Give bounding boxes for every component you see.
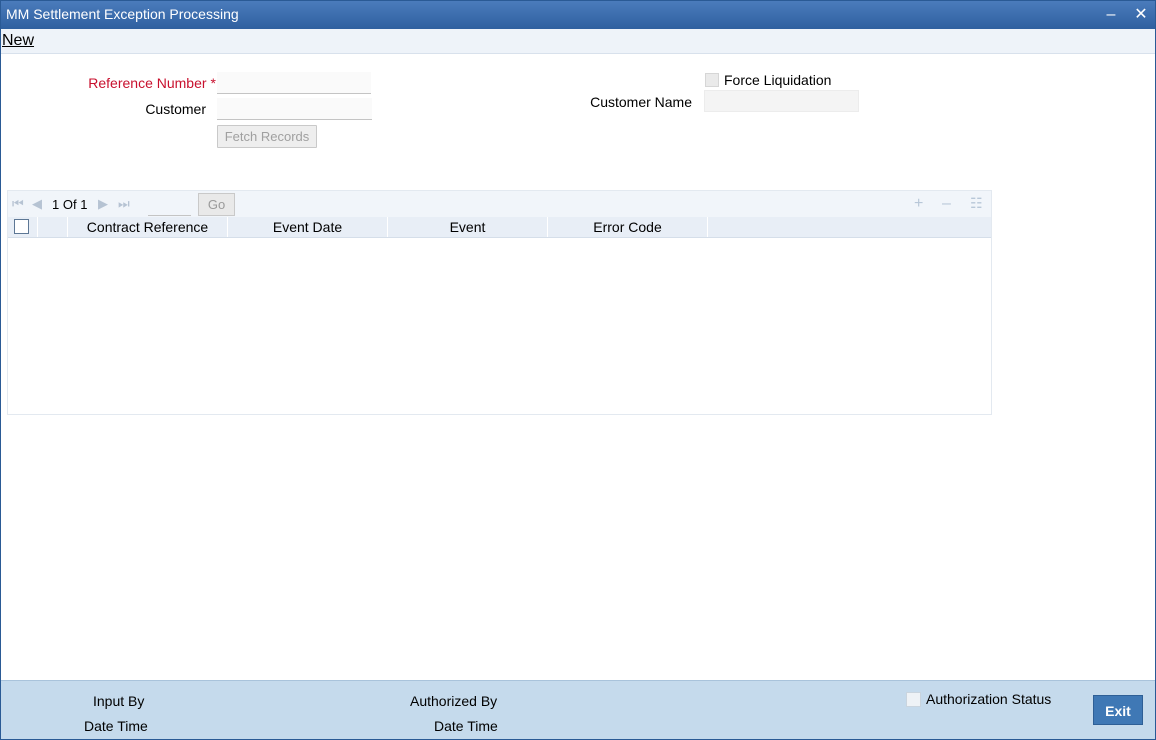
authorization-status-checkbox <box>906 692 921 707</box>
last-page-icon[interactable]: ⏭ <box>118 196 130 212</box>
minimize-icon[interactable]: – <box>1100 1 1122 29</box>
next-page-icon[interactable]: ▶ <box>98 196 108 212</box>
fetch-records-button[interactable]: Fetch Records <box>217 125 317 148</box>
customer-name-field <box>704 90 859 112</box>
grid-header: Contract Reference Event Date Event Erro… <box>8 217 991 238</box>
reference-number-label-text: Reference Number <box>88 75 207 91</box>
required-marker: * <box>210 75 216 91</box>
column-event-date[interactable]: Event Date <box>228 217 388 237</box>
auth-date-time-label: Date Time <box>434 718 498 734</box>
force-liquidation-checkbox[interactable] <box>705 73 719 87</box>
input-by-label: Input By <box>93 693 145 709</box>
new-menu-item[interactable]: New <box>2 32 34 50</box>
previous-page-icon[interactable]: ◀ <box>32 196 42 212</box>
column-event[interactable]: Event <box>388 217 548 237</box>
go-button[interactable]: Go <box>198 193 235 216</box>
reference-number-label: Reference Number * <box>61 75 216 91</box>
exit-button[interactable]: Exit <box>1093 695 1143 725</box>
first-page-icon[interactable]: ⏮ <box>12 196 24 212</box>
reference-number-input[interactable] <box>217 72 371 94</box>
column-error-code[interactable]: Error Code <box>548 217 708 237</box>
column-contract-reference[interactable]: Contract Reference <box>68 217 228 237</box>
close-icon[interactable]: ✕ <box>1130 1 1152 29</box>
footer: Input By Date Time Authorized By Date Ti… <box>1 680 1155 739</box>
add-row-icon[interactable]: + <box>914 195 923 213</box>
spacer-column <box>38 217 68 237</box>
delete-row-icon[interactable]: – <box>942 195 951 213</box>
page-number-input[interactable] <box>148 194 191 216</box>
app-window: MM Settlement Exception Processing – ✕ N… <box>0 0 1156 740</box>
total-pages: 1 <box>80 197 88 212</box>
title-bar: MM Settlement Exception Processing <box>1 1 1155 29</box>
columns-icon[interactable]: ☷ <box>970 195 983 212</box>
customer-input[interactable] <box>217 98 372 120</box>
customer-label: Customer <box>145 101 206 117</box>
of-label: Of <box>62 197 77 212</box>
authorization-status-label: Authorization Status <box>926 691 1052 707</box>
window-title: MM Settlement Exception Processing <box>6 6 239 22</box>
force-liquidation-label: Force Liquidation <box>724 72 832 88</box>
customer-name-label: Customer Name <box>590 94 692 110</box>
date-time-label: Date Time <box>84 718 148 734</box>
select-all-checkbox[interactable] <box>14 219 29 234</box>
exceptions-grid: ⏮ ◀ 1 Of 1 ▶ ⏭ Go + – ☷ Contract Referen… <box>7 190 992 415</box>
current-page: 1 <box>52 197 60 212</box>
select-all-column <box>8 217 38 237</box>
pager-text: 1 Of 1 <box>52 197 87 212</box>
grid-toolbar: ⏮ ◀ 1 Of 1 ▶ ⏭ Go + – ☷ <box>8 191 991 217</box>
authorized-by-label: Authorized By <box>410 693 498 709</box>
menu-bar: New <box>1 29 1155 54</box>
